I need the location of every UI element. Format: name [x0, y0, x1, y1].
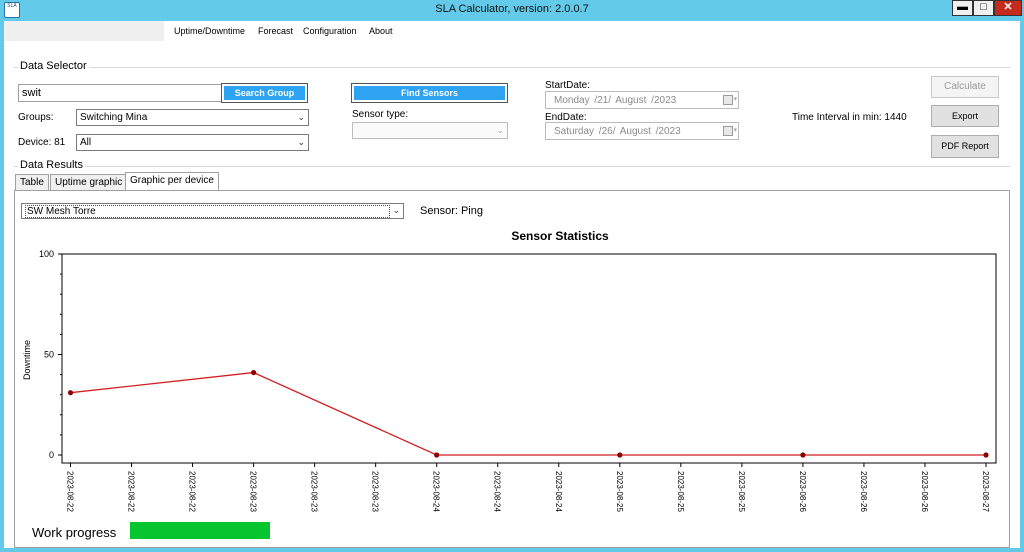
x-tick-label: 2023-08-23 — [371, 471, 380, 512]
x-tick-label: 2023-08-22 — [127, 471, 136, 512]
work-progress-label: Work progress — [32, 525, 117, 540]
x-tick-label: 2023-08-24 — [432, 471, 441, 512]
work-progress-fill — [130, 522, 270, 539]
x-tick-label: 2023-08-24 — [493, 471, 502, 512]
plot-area-frame — [61, 253, 997, 464]
data-point — [983, 452, 989, 458]
x-tick-label: 2023-08-25 — [737, 471, 746, 512]
work-progress-bar — [130, 522, 270, 539]
x-tick-label: 2023-08-23 — [310, 471, 319, 512]
series-line — [70, 371, 986, 456]
data-point — [434, 452, 440, 458]
x-tick-label: 2023-08-24 — [554, 471, 563, 512]
y-tick-label: 50 — [44, 350, 54, 360]
data-point — [800, 452, 806, 458]
x-tick-label: 2023-08-22 — [188, 471, 197, 512]
x-tick-label: 2023-08-25 — [676, 471, 685, 512]
x-tick-label: 2023-08-26 — [859, 471, 868, 512]
x-tick-label: 2023-08-22 — [66, 471, 75, 512]
x-tick-label: 2023-08-27 — [981, 471, 990, 512]
y-tick-label: 100 — [39, 249, 54, 259]
x-tick-label: 2023-08-25 — [615, 471, 624, 512]
sensor-statistics-chart: 0 50 100 2023-08-22 2023-08-22 2023-08-22 2023… — [39, 249, 997, 512]
y-tick-label: 0 — [49, 450, 54, 460]
data-point — [617, 452, 623, 458]
data-point — [251, 369, 257, 376]
data-point — [67, 390, 74, 396]
x-tick-label: 2023-08-26 — [920, 471, 929, 512]
x-tick-label: 2023-08-26 — [798, 471, 807, 512]
x-tick-label: 2023-08-23 — [249, 471, 258, 512]
